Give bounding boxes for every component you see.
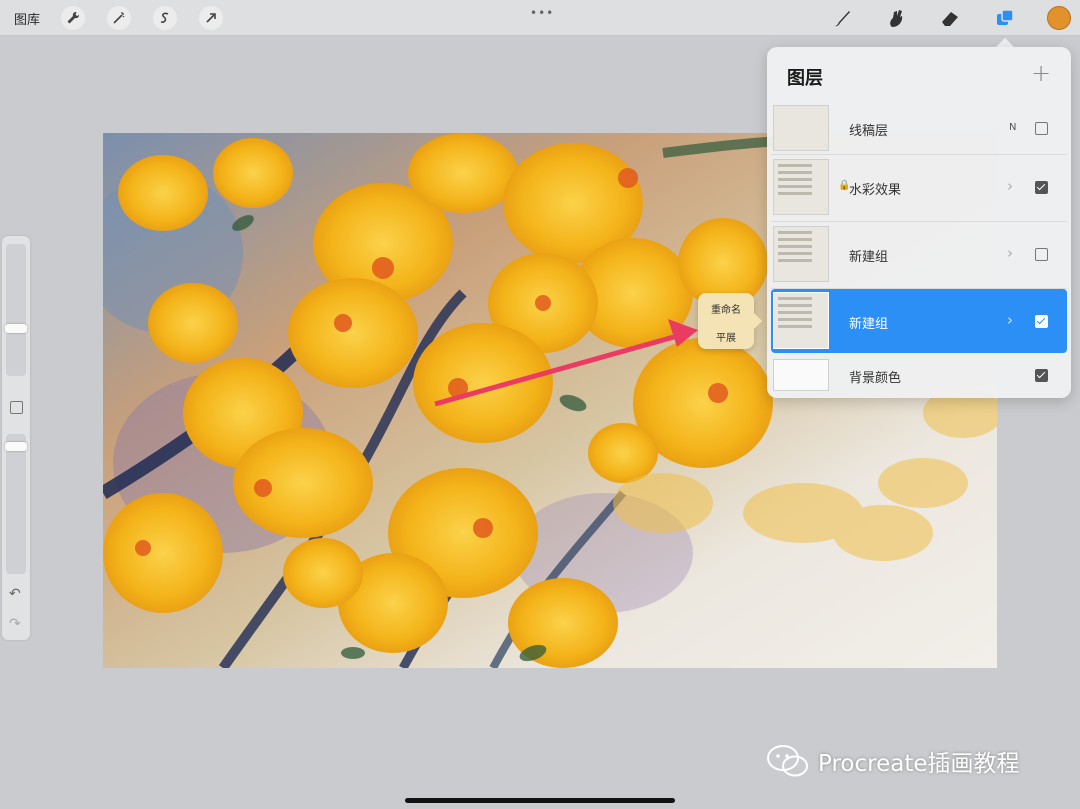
layer-group-row-selected[interactable]: 新建组 › <box>771 289 1067 353</box>
layers-panel-title: 图层 <box>787 68 823 89</box>
opacity-slider[interactable] <box>6 434 26 574</box>
color-picker-button[interactable] <box>1047 6 1071 30</box>
layer-name: 新建组 <box>849 250 889 265</box>
add-layer-button[interactable]: + <box>1031 59 1051 87</box>
eraser-icon[interactable] <box>937 5 963 31</box>
chevron-right-icon[interactable]: › <box>1007 177 1013 195</box>
transform-arrow-icon[interactable] <box>199 6 223 30</box>
left-sidebar: ↶ ↷ <box>2 236 30 640</box>
grabber-handle[interactable]: ••• <box>530 6 554 20</box>
home-indicator <box>405 798 675 803</box>
watermark: Procreate插画教程 <box>766 744 1020 778</box>
layer-thumbnail <box>773 105 829 151</box>
layer-name: 线稿层 <box>849 124 889 139</box>
top-toolbar: 图库 ••• <box>0 0 1080 36</box>
chevron-right-icon[interactable]: › <box>1007 244 1013 262</box>
magic-wand-icon[interactable] <box>107 6 131 30</box>
layer-blend-mode[interactable]: N <box>1009 122 1016 133</box>
brush-size-thumb[interactable] <box>5 324 27 333</box>
layer-group-row[interactable]: 🔒 水彩效果 › <box>771 155 1067 222</box>
gallery-button[interactable]: 图库 <box>14 9 40 28</box>
layers-panel: 图层 + 线稿层 N 🔒 水彩效果 › 新建组 › 新建组 › 背景颜色 <box>767 47 1071 398</box>
layer-name: 新建组 <box>849 317 889 332</box>
flatten-menu-item[interactable]: 平展 <box>698 329 754 344</box>
layer-visibility-checkbox[interactable] <box>1035 315 1048 328</box>
layer-visibility-checkbox[interactable] <box>1035 122 1048 135</box>
layer-visibility-checkbox[interactable] <box>1035 181 1048 194</box>
layer-row[interactable]: 线稿层 N <box>771 103 1067 155</box>
layers-icon[interactable] <box>992 5 1018 31</box>
brush-size-slider[interactable] <box>6 244 26 376</box>
layer-visibility-checkbox[interactable] <box>1035 248 1048 261</box>
layer-thumbnail <box>773 359 829 391</box>
layer-thumbnail <box>773 226 829 282</box>
layer-name: 背景颜色 <box>849 371 902 386</box>
layer-row[interactable]: 背景颜色 <box>771 355 1067 395</box>
rename-menu-item[interactable]: 重命名 <box>698 301 754 316</box>
layer-visibility-checkbox[interactable] <box>1035 369 1048 382</box>
undo-button[interactable]: ↶ <box>9 586 21 602</box>
redo-button[interactable]: ↷ <box>9 616 21 632</box>
chevron-right-icon[interactable]: › <box>1007 311 1013 329</box>
wechat-icon <box>767 745 808 777</box>
wrench-icon[interactable] <box>61 6 85 30</box>
layer-thumbnail <box>773 292 829 349</box>
layer-group-row[interactable]: 新建组 › <box>771 222 1067 289</box>
smudge-icon[interactable] <box>883 5 909 31</box>
layer-thumbnail <box>773 159 829 215</box>
layer-context-menu: 重命名 平展 <box>698 293 762 349</box>
brush-icon[interactable] <box>829 5 855 31</box>
opacity-thumb[interactable] <box>5 442 27 451</box>
watermark-text: Procreate插画教程 <box>818 751 1020 777</box>
layer-name: 水彩效果 <box>849 183 902 198</box>
modify-button[interactable] <box>10 401 23 414</box>
selection-icon[interactable] <box>153 6 177 30</box>
